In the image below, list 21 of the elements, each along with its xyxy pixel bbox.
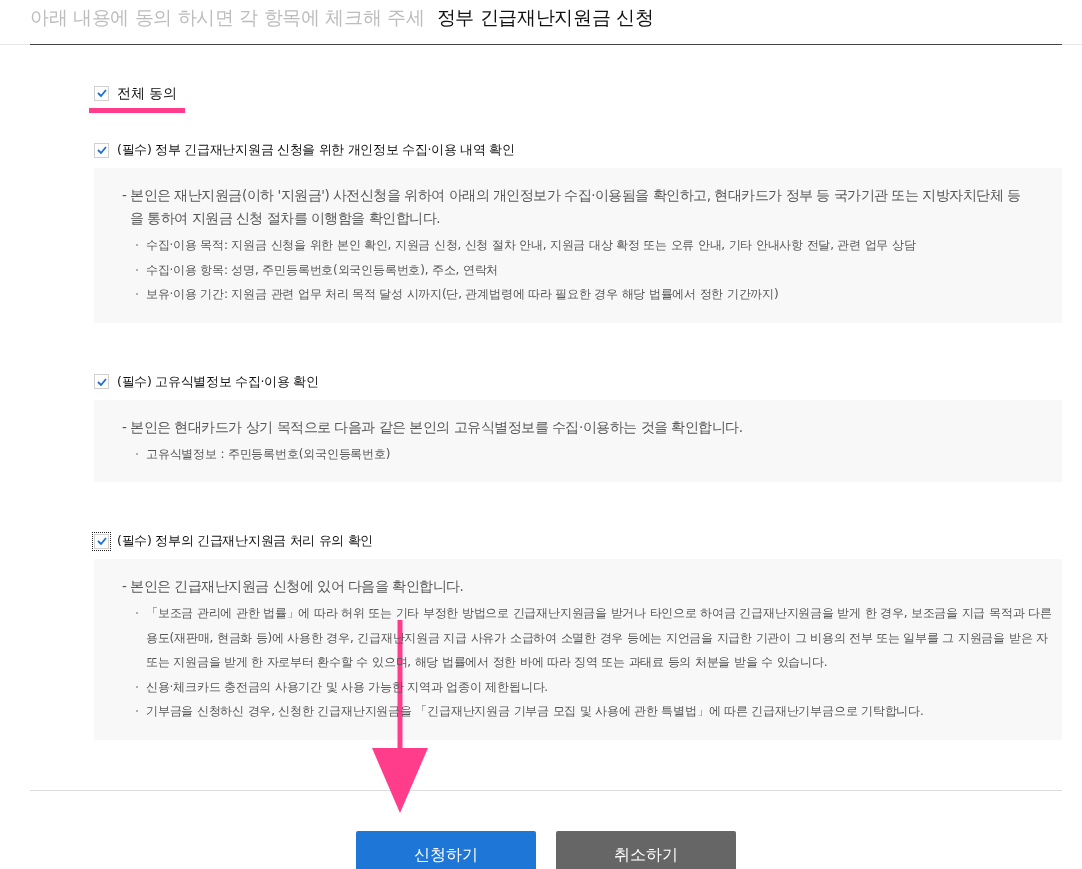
checkbox[interactable] (94, 142, 109, 158)
check-icon (96, 537, 107, 545)
check-icon (96, 146, 107, 154)
terms-statement: - 본인은 재난지원금(이하 '지원금') 사전신청을 위하여 아래의 개인정보가 수집·이용됨을 확인하고, 현대카드가 정부 등 국가기관 또는 지방자치단체 등을 통하여 지원금 신청 절차를 이행함을 확인합니다. (122, 186, 1022, 228)
cancel-button[interactable]: 취소하기 (556, 830, 736, 869)
terms-statement: - 본인은 긴급재난지원금 신청에 있어 다음을 확인합니다. (122, 577, 465, 596)
terms-item: 수집·이용 목적: 지원금 신청을 위한 본인 확인, 지원금 신청, 신청 절차 안내, 지원금 대상 확정 또는 오류 안내, 기타 안내사항 전달, 관련 업무 상담 (146, 237, 916, 254)
instruction-text: 아래 내용에 동의 하시면 각 항목에 체크해 주세 (30, 6, 425, 30)
checkbox-label[interactable]: 전체 동의 (117, 85, 178, 101)
terms-item: 보유·이용 기간: 지원금 관련 업무 처리 목적 달성 시까지(단, 관계법령에 따라 필요한 경우 해당 법률에서 정한 기간까지) (146, 286, 779, 303)
checkbox[interactable] (94, 374, 109, 389)
checkbox-label[interactable]: (필수) 정부 긴급재난지원금 신청을 위한 개인정보 수집·이용 내역 확인 (117, 142, 515, 158)
checkbox[interactable] (94, 85, 109, 101)
checkbox-label[interactable]: (필수) 고유식별정보 수집·이용 확인 (117, 373, 319, 390)
terms-item: 수집·이용 항목: 성명, 주민등록번호(외국인등록번호), 주소, 연락처 (146, 261, 499, 279)
checkbox-label[interactable]: (필수) 정부의 긴급재난지원금 처리 유의 확인 (117, 533, 374, 549)
terms-item: 고유식별정보 : 주민등록번호(외국인등록번호) (146, 445, 391, 463)
check-icon (96, 89, 107, 97)
check-icon (96, 377, 107, 386)
apply-button[interactable]: 신청하기 (356, 830, 536, 869)
terms-statement: - 본인은 현대카드가 상기 목적으로 다음과 같은 본인의 고유식별정보를 수집·이용하는 것을 확인합니다. (122, 417, 744, 437)
